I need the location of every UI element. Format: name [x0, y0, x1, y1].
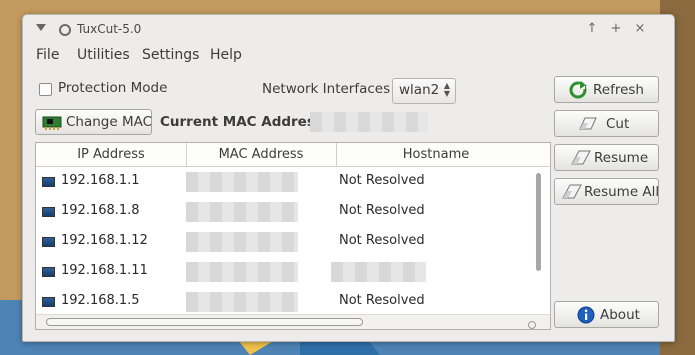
eraser-icon	[571, 150, 591, 165]
about-button[interactable]: About	[554, 301, 659, 328]
vertical-scroll-thumb[interactable]	[536, 173, 541, 271]
keep-above-button[interactable]: ↑	[583, 19, 601, 39]
spin-arrows-icon: ▲ ▼	[443, 81, 450, 98]
about-label: About	[600, 307, 640, 323]
network-interface-value: wlan2	[399, 82, 440, 98]
horizontal-scroll-thumb[interactable]	[46, 318, 363, 326]
window-menu-icon[interactable]	[36, 24, 46, 31]
computer-icon	[42, 177, 55, 187]
row-mac-redacted	[186, 232, 298, 252]
computer-icon	[42, 267, 55, 277]
computer-icon	[42, 297, 55, 307]
refresh-icon	[569, 81, 587, 99]
menu-help[interactable]: Help	[210, 47, 242, 63]
refresh-button[interactable]: Refresh	[554, 76, 659, 103]
vertical-scrollbar[interactable]	[535, 168, 545, 313]
row-ip: 192.168.1.5	[61, 293, 140, 308]
column-mac-address[interactable]: MAC Address	[186, 147, 336, 162]
resume-button[interactable]: Resume	[554, 144, 659, 171]
maximize-button[interactable]: +	[607, 19, 625, 39]
row-hostname: Not Resolved	[339, 173, 425, 188]
row-mac-redacted	[186, 262, 298, 282]
row-ip: 192.168.1.11	[61, 263, 148, 278]
column-hostname[interactable]: Hostname	[336, 147, 536, 162]
menu-utilities[interactable]: Utilities	[77, 47, 130, 63]
row-ip: 192.168.1.12	[61, 233, 148, 248]
refresh-label: Refresh	[593, 82, 644, 98]
current-mac-value-redacted	[310, 112, 428, 132]
computer-icon	[42, 237, 55, 247]
resume-all-button[interactable]: Resume All	[554, 178, 659, 205]
table-row[interactable]: 192.168.1.11	[36, 257, 532, 287]
menu-settings[interactable]: Settings	[142, 47, 199, 63]
close-button[interactable]: ×	[631, 19, 649, 39]
hosts-table: IP Address MAC Address Hostname 192.168.…	[35, 142, 551, 330]
row-hostname: Not Resolved	[339, 293, 425, 308]
cut-label: Cut	[606, 116, 630, 132]
resume-all-label: Resume All	[584, 184, 660, 200]
table-row[interactable]: 192.168.1.1 Not Resolved	[36, 167, 532, 197]
title-bar[interactable]: TuxCut-5.0 ↑ + ×	[23, 15, 674, 45]
protection-mode-checkbox[interactable]	[39, 83, 52, 96]
current-mac-label: Current MAC Address :	[160, 114, 334, 130]
tuxcut-window: TuxCut-5.0 ↑ + × File Utilities Settings…	[22, 14, 675, 342]
cut-button[interactable]: Cut	[554, 110, 659, 137]
menu-file[interactable]: File	[36, 47, 59, 63]
change-mac-label: Change MAC	[66, 114, 153, 130]
row-hostname: Not Resolved	[339, 233, 425, 248]
row-ip: 192.168.1.1	[61, 173, 140, 188]
eraser-icon	[562, 184, 582, 199]
eraser-icon	[579, 117, 597, 130]
resume-label: Resume	[594, 150, 649, 166]
table-row[interactable]: 192.168.1.12 Not Resolved	[36, 227, 532, 257]
table-row[interactable]: 192.168.1.8 Not Resolved	[36, 197, 532, 227]
computer-icon	[42, 207, 55, 217]
row-mac-redacted	[186, 202, 298, 222]
network-card-icon	[42, 116, 62, 130]
change-mac-button[interactable]: Change MAC	[35, 109, 152, 135]
row-mac-redacted	[186, 292, 298, 312]
table-header: IP Address MAC Address Hostname	[36, 143, 550, 167]
row-ip: 192.168.1.8	[61, 203, 140, 218]
app-icon	[59, 24, 71, 36]
network-interfaces-label: Network Interfaces :	[262, 81, 399, 97]
info-icon	[577, 306, 595, 324]
row-hostname-redacted	[331, 262, 426, 282]
row-mac-redacted	[186, 172, 298, 192]
horizontal-scrollbar[interactable]	[36, 314, 550, 329]
scroll-corner-icon	[528, 321, 536, 329]
network-interface-select[interactable]: wlan2 ▲ ▼	[392, 78, 456, 104]
column-ip-address[interactable]: IP Address	[36, 147, 186, 162]
menu-bar: File Utilities Settings Help	[23, 45, 674, 67]
window-title: TuxCut-5.0	[77, 22, 142, 36]
row-hostname: Not Resolved	[339, 203, 425, 218]
protection-mode-label: Protection Mode	[58, 80, 168, 96]
table-row[interactable]: 192.168.1.5 Not Resolved	[36, 287, 532, 317]
